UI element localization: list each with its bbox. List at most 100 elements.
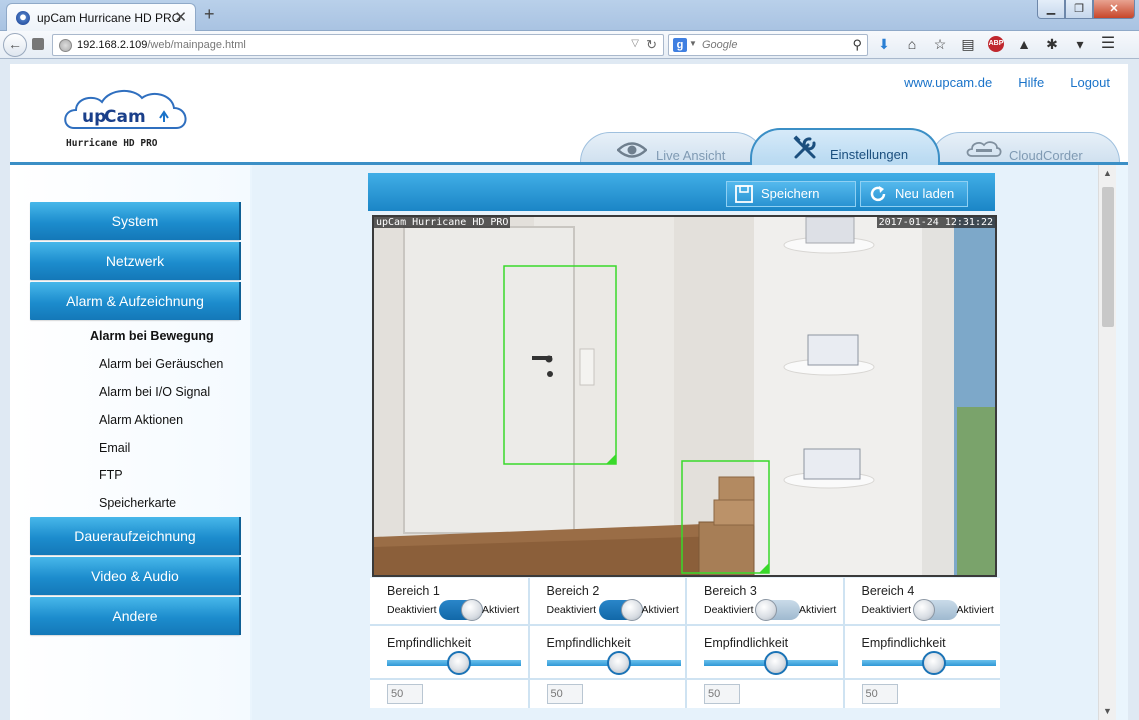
sidebar-subitem-ftp[interactable]: FTP xyxy=(99,468,123,482)
zone-toggle[interactable] xyxy=(598,599,643,621)
sidebar-subitem-alarm-geraeuschen[interactable]: Alarm bei Geräuschen xyxy=(99,357,223,371)
svg-text:Hurricane HD PRO: Hurricane HD PRO xyxy=(66,138,158,149)
url-bar[interactable]: 192.168.2.109/web/mainpage.html ▽ ↻ xyxy=(52,34,664,56)
browser-titlebar: upCam Hurricane HD PRO ✕ + ▁ ❐ ✕ xyxy=(0,0,1139,31)
scrollbar-thumb[interactable] xyxy=(1102,187,1114,327)
zone-toggle[interactable] xyxy=(912,599,958,621)
browser-toolbar-icons: ⬇ ⌂ ☆ ▤ ABP ▲ ✱ ▾ ☰ xyxy=(876,36,1116,52)
zone-activated-label: Aktiviert xyxy=(956,604,994,616)
zone-1: Bereich 1 Deaktiviert Aktiviert Empfindl… xyxy=(370,578,528,708)
search-placeholder: Google xyxy=(702,39,738,51)
refresh-icon xyxy=(870,186,886,202)
toggle-knob[interactable] xyxy=(461,599,483,621)
sensitivity-value-input[interactable]: 50 xyxy=(387,684,423,704)
sidebar-subitem-alarm-bewegung[interactable]: Alarm bei Bewegung xyxy=(90,329,214,343)
main-tabs: Live Ansicht Einstellungen CloudCorder xyxy=(580,128,1120,165)
sensitivity-slider[interactable] xyxy=(546,651,681,675)
cloud-icon xyxy=(966,141,1002,157)
scroll-down-icon[interactable]: ▼ xyxy=(1099,703,1116,720)
link-logout[interactable]: Logout xyxy=(1070,75,1110,90)
reload-icon[interactable]: ↻ xyxy=(646,37,657,53)
back-button[interactable]: ← xyxy=(3,33,27,57)
tab-cloudcorder[interactable]: CloudCorder xyxy=(930,132,1120,164)
browser-tab[interactable]: upCam Hurricane HD PRO ✕ xyxy=(6,3,196,31)
sidebar-subitem-alarm-io[interactable]: Alarm bei I/O Signal xyxy=(99,385,210,399)
addon-icon[interactable]: ✱ xyxy=(1044,36,1060,52)
zone-activated-label: Aktiviert xyxy=(799,604,837,616)
url-dropdown-icon[interactable]: ▽ xyxy=(631,38,639,49)
save-button[interactable]: Speichern xyxy=(726,181,856,207)
web-page: up Cam Hurricane HD PRO www.upcam.de Hil… xyxy=(10,64,1128,720)
zone-toggle[interactable] xyxy=(755,599,800,621)
tab-cloudcorder-label: CloudCorder xyxy=(1009,148,1083,163)
zone-name: Bereich 3 xyxy=(704,584,757,598)
floppy-disk-icon xyxy=(735,185,753,203)
zone-deactivated-label: Deaktiviert xyxy=(704,604,754,616)
zone-4: Bereich 4 Deaktiviert Aktiviert Empfindl… xyxy=(842,578,1000,708)
zone-2: Bereich 2 Deaktiviert Aktiviert Empfindl… xyxy=(527,578,685,708)
minimize-button[interactable]: ▁ xyxy=(1037,0,1065,19)
sensitivity-value-input[interactable]: 50 xyxy=(861,684,898,704)
search-input[interactable]: g ▼ Google ⚲ xyxy=(668,34,868,56)
sensitivity-slider[interactable] xyxy=(387,651,521,675)
tab-settings-label: Einstellungen xyxy=(830,147,909,162)
reading-list-icon[interactable]: ▤ xyxy=(960,36,976,52)
sensitivity-value-input[interactable]: 50 xyxy=(704,684,740,704)
home-icon[interactable]: ⌂ xyxy=(904,36,920,52)
sidebar-item-alarm-aufzeichnung[interactable]: Alarm & Aufzeichnung xyxy=(30,282,241,320)
link-help[interactable]: Hilfe xyxy=(1018,75,1044,90)
sensitivity-label: Empfindlichkeit xyxy=(861,636,946,650)
zone-toggle[interactable] xyxy=(439,599,483,621)
zone-name: Bereich 4 xyxy=(861,584,915,598)
slider-handle[interactable] xyxy=(606,651,631,675)
sidebar-item-system[interactable]: System xyxy=(30,202,241,240)
tools-icon xyxy=(793,135,816,159)
toggle-knob[interactable] xyxy=(912,599,935,621)
toggle-knob[interactable] xyxy=(755,599,777,621)
menu-icon[interactable]: ☰ xyxy=(1100,36,1116,52)
close-window-button[interactable]: ✕ xyxy=(1093,0,1135,19)
sidebar-item-daueraufzeichnung[interactable]: Daueraufzeichnung xyxy=(30,517,241,555)
action-bar: Speichern Neu laden xyxy=(368,173,995,211)
search-engine-dropdown-icon[interactable]: ▼ xyxy=(689,39,697,48)
camera-video-feed[interactable]: upCam Hurricane HD PRO 2017-01-24 12:31:… xyxy=(372,215,997,577)
sensitivity-slider[interactable] xyxy=(704,651,838,675)
page-icon xyxy=(32,38,44,50)
bookmark-star-icon[interactable]: ☆ xyxy=(932,36,948,52)
link-upcam-website[interactable]: www.upcam.de xyxy=(904,75,992,90)
sensitivity-value-input[interactable]: 50 xyxy=(546,684,583,704)
chevron-down-icon[interactable]: ▾ xyxy=(1072,36,1088,52)
eye-icon xyxy=(617,142,647,158)
sidebar-item-video-audio[interactable]: Video & Audio xyxy=(30,557,241,595)
sidebar-item-netzwerk[interactable]: Netzwerk xyxy=(30,242,241,280)
url-text: 192.168.2.109/web/mainpage.html xyxy=(77,39,246,51)
slider-handle[interactable] xyxy=(447,651,471,675)
reload-button[interactable]: Neu laden xyxy=(860,181,968,207)
tab-live-label: Live Ansicht xyxy=(656,148,726,163)
tab-live-view[interactable]: Live Ansicht xyxy=(580,132,765,164)
slider-handle[interactable] xyxy=(764,651,788,675)
page-scrollbar[interactable]: ▲ ▼ xyxy=(1098,165,1116,720)
close-tab-icon[interactable]: ✕ xyxy=(174,8,187,26)
sensitivity-slider[interactable] xyxy=(861,651,996,675)
slider-handle[interactable] xyxy=(921,651,946,675)
sidebar-subitem-email[interactable]: Email xyxy=(99,441,130,455)
adblock-icon[interactable]: ABP xyxy=(988,36,1004,52)
content-area: System Netzwerk Alarm & Aufzeichnung Ala… xyxy=(10,165,1128,720)
download-icon[interactable]: ⬇ xyxy=(876,36,892,52)
reload-label: Neu laden xyxy=(895,186,955,201)
search-icon[interactable]: ⚲ xyxy=(852,37,862,53)
motion-zones: Bereich 1 Deaktiviert Aktiviert Empfindl… xyxy=(370,578,1000,708)
tab-settings[interactable]: Einstellungen xyxy=(750,128,940,165)
toggle-knob[interactable] xyxy=(620,599,643,621)
new-tab-button[interactable]: + xyxy=(204,4,215,25)
extension-icon[interactable]: ▲ xyxy=(1016,36,1032,52)
scroll-up-icon[interactable]: ▲ xyxy=(1099,165,1116,182)
osd-camera-name: upCam Hurricane HD PRO xyxy=(374,217,511,228)
google-icon[interactable]: g xyxy=(673,38,687,52)
restore-button[interactable]: ❐ xyxy=(1065,0,1093,19)
sidebar-subitem-alarm-aktionen[interactable]: Alarm Aktionen xyxy=(99,413,183,427)
zone-deactivated-label: Deaktiviert xyxy=(387,604,437,616)
sidebar-subitem-speicherkarte[interactable]: Speicherkarte xyxy=(99,496,176,510)
sidebar-item-andere[interactable]: Andere xyxy=(30,597,241,635)
